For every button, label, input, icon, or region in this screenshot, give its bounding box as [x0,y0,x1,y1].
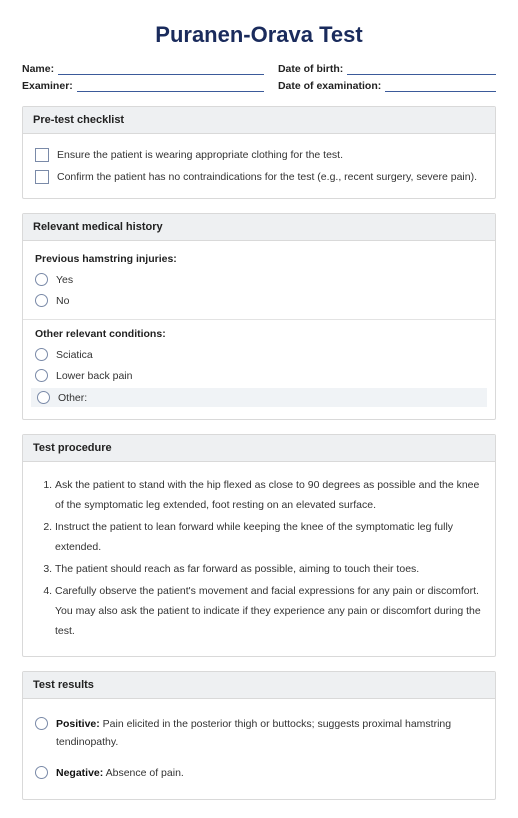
prev-no-text: No [56,295,69,307]
result-positive-label: Positive: [56,718,100,730]
prev-yes-row: Yes [35,269,483,290]
result-negative-row: Negative: Absence of pain. [35,758,483,789]
checkbox-icon[interactable] [35,148,49,162]
prev-injuries-label: Previous hamstring injuries: [35,253,483,265]
procedure-step-1: Ask the patient to stand with the hip fl… [55,476,483,516]
pretest-item-1-text: Ensure the patient is wearing appropriat… [57,149,343,161]
checkbox-icon[interactable] [35,170,49,184]
other-lbp-text: Lower back pain [56,370,132,382]
radio-icon[interactable] [35,348,48,361]
procedure-header: Test procedure [23,435,495,462]
other-sciatica-text: Sciatica [56,349,93,361]
results-section: Test results Positive: Pain elicited in … [22,671,496,801]
radio-icon[interactable] [37,391,50,404]
examiner-field: Examiner: [22,79,264,92]
results-header: Test results [23,672,495,699]
meta-row-1: Name: Date of birth: [22,62,496,75]
procedure-section: Test procedure Ask the patient to stand … [22,434,496,657]
procedure-step-3: The patient should reach as far forward … [55,560,483,580]
procedure-list: Ask the patient to stand with the hip fl… [35,476,483,642]
other-cond-label: Other relevant conditions: [35,328,483,340]
exam-date-label: Date of examination: [278,80,381,92]
other-lbp-row: Lower back pain [35,365,483,386]
pretest-item-2-text: Confirm the patient has no contraindicat… [57,171,477,183]
prev-yes-text: Yes [56,274,73,286]
dob-input-line[interactable] [347,62,496,75]
dob-field: Date of birth: [278,62,496,75]
history-header: Relevant medical history [23,214,495,241]
other-sciatica-row: Sciatica [35,344,483,365]
other-fill-input[interactable] [95,392,481,404]
meta-row-2: Examiner: Date of examination: [22,79,496,92]
result-negative-label: Negative: [56,767,103,779]
radio-icon[interactable] [35,369,48,382]
radio-icon[interactable] [35,766,48,779]
radio-icon[interactable] [35,717,48,730]
other-other-row: Other: [31,388,487,407]
result-positive-row: Positive: Pain elicited in the posterior… [35,709,483,759]
pretest-header: Pre-test checklist [23,107,495,134]
examiner-input-line[interactable] [77,79,264,92]
history-section: Relevant medical history Previous hamstr… [22,213,496,420]
exam-date-field: Date of examination: [278,79,496,92]
name-field: Name: [22,62,264,75]
page-title: Puranen-Orava Test [22,22,496,48]
pretest-section: Pre-test checklist Ensure the patient is… [22,106,496,199]
other-other-text: Other: [58,392,87,404]
examiner-label: Examiner: [22,80,73,92]
name-input-line[interactable] [58,62,264,75]
result-negative-desc: Absence of pain. [103,767,184,779]
pretest-item-1: Ensure the patient is wearing appropriat… [35,144,483,166]
prev-no-row: No [35,290,483,311]
result-positive-text: Positive: Pain elicited in the posterior… [56,715,483,753]
pretest-item-2: Confirm the patient has no contraindicat… [35,166,483,188]
procedure-step-2: Instruct the patient to lean forward whi… [55,518,483,558]
result-negative-text: Negative: Absence of pain. [56,764,184,783]
radio-icon[interactable] [35,294,48,307]
procedure-step-4: Carefully observe the patient's movement… [55,582,483,642]
name-label: Name: [22,63,54,75]
exam-date-input-line[interactable] [385,79,496,92]
dob-label: Date of birth: [278,63,343,75]
radio-icon[interactable] [35,273,48,286]
result-positive-desc: Pain elicited in the posterior thigh or … [56,718,451,749]
divider [23,319,495,320]
